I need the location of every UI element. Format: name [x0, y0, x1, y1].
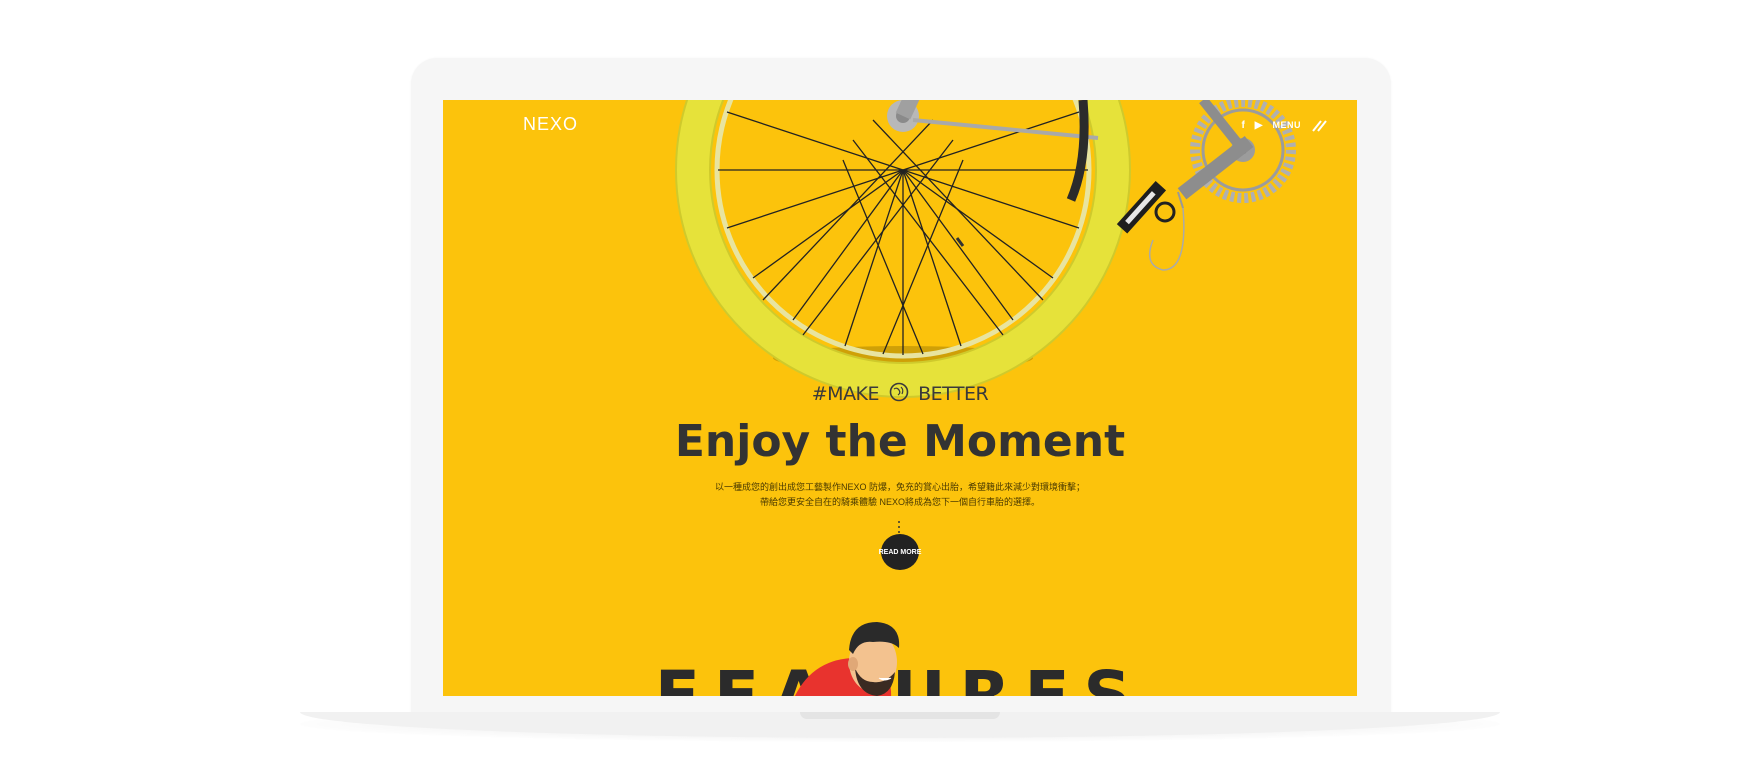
hero-headline: Enjoy the Moment	[674, 416, 1126, 467]
hashtag-left: #MAKE	[811, 383, 880, 405]
menu-label[interactable]: MENU	[1273, 120, 1302, 130]
top-navigation: f ▶ MENU	[1241, 118, 1327, 132]
nexo-logo[interactable]: NEXO	[523, 114, 578, 135]
read-more-button[interactable]: READ MORE	[879, 534, 921, 570]
facebook-icon[interactable]: f	[1241, 120, 1244, 131]
website-screen: NEXO f ▶ MENU #MAKE BETTER Enjoy the Mom…	[443, 100, 1357, 696]
chain-stay	[912, 118, 1099, 140]
laptop-notch	[800, 712, 1000, 719]
hashtag-right: BETTER	[918, 383, 989, 405]
menu-icon[interactable]	[1311, 118, 1327, 132]
hashtag-title: #MAKE BETTER	[443, 382, 1357, 407]
hero-description-line-1: 以一種成您的創出成您工藝製作NEXO 防爆，免充的賞心出胎，希望籍此來減少對環境…	[714, 482, 1085, 492]
fender	[1066, 100, 1089, 202]
youtube-icon[interactable]: ▶	[1255, 120, 1263, 131]
hero-description-line-2: 帶給您更安全自在的騎乘體驗 NEXO將成為您下一個自行車胎的選擇。	[759, 497, 1040, 507]
rider-illustration	[795, 622, 900, 696]
globe-icon	[889, 382, 909, 407]
